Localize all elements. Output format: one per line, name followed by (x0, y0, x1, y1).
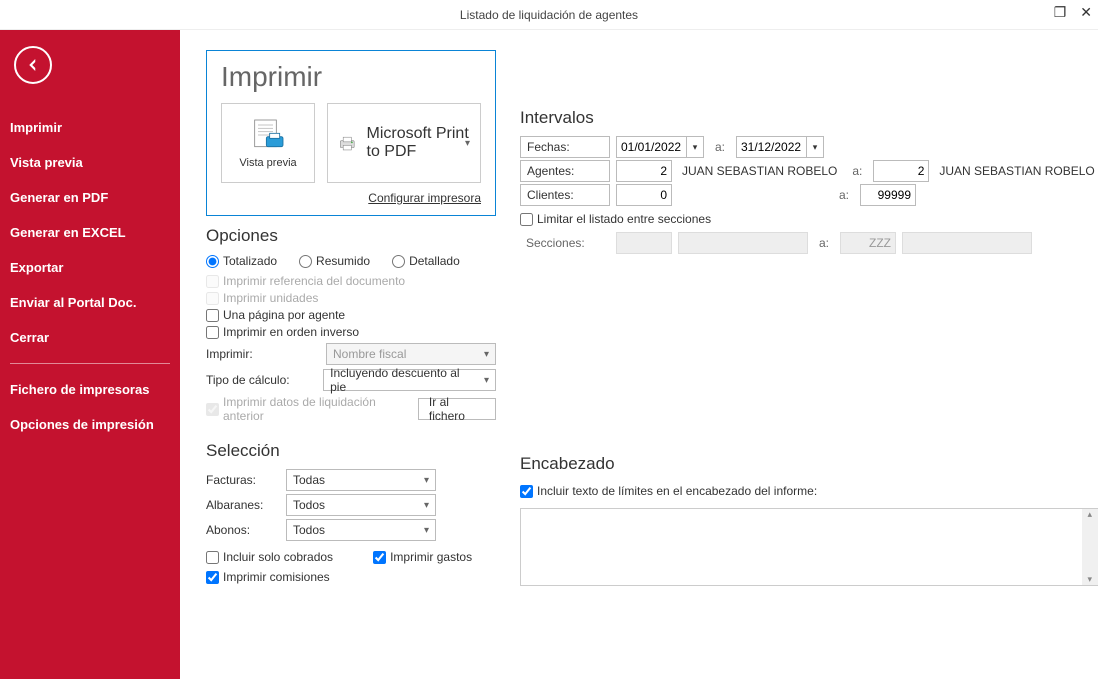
agente-from-name: JUAN SEBASTIAN ROBELO (678, 160, 841, 182)
sidebar-divider (10, 363, 170, 364)
fecha-from-input[interactable] (616, 136, 686, 158)
sidebar-item-enviar-portal[interactable]: Enviar al Portal Doc. (0, 285, 180, 320)
cliente-from-input[interactable] (616, 184, 672, 206)
tipo-calc-label: Tipo de cálculo: (206, 373, 313, 387)
configurar-impresora-link[interactable]: Configurar impresora (368, 191, 481, 205)
scrollbar[interactable]: ▴▾ (1082, 509, 1098, 585)
seccion-from-num (616, 232, 672, 254)
facturas-select[interactable]: Todas (286, 469, 436, 491)
fecha-to-drop[interactable]: ▾ (806, 136, 824, 158)
chk-liq-anterior: Imprimir datos de liquidación anterior (206, 395, 408, 423)
intervalos-heading: Intervalos (520, 108, 1098, 128)
chk-imprimir-comisiones[interactable]: Imprimir comisiones (206, 570, 496, 584)
seccion-to-name (902, 232, 1032, 254)
vista-previa-button[interactable]: Vista previa (221, 103, 315, 183)
agente-to-num[interactable] (873, 160, 929, 182)
opciones-heading: Opciones (206, 226, 496, 246)
agente-from-num[interactable] (616, 160, 672, 182)
print-heading: Imprimir (221, 61, 481, 93)
chk-una-pagina[interactable]: Una página por agente (206, 308, 496, 322)
imprimir-select: Nombre fiscal (326, 343, 496, 365)
encabezado-heading: Encabezado (520, 454, 1098, 474)
fechas-label: Fechas: (520, 136, 610, 158)
sidebar-item-exportar[interactable]: Exportar (0, 250, 180, 285)
window-restore-icon[interactable]: ❐ (1054, 4, 1067, 21)
albaranes-select[interactable]: Todos (286, 494, 436, 516)
chk-incluir-texto-limites[interactable]: Incluir texto de límites en el encabezad… (520, 484, 1098, 498)
encabezado-textarea[interactable]: ▴▾ (520, 508, 1098, 586)
cliente-to-input[interactable] (860, 184, 916, 206)
agentes-label: Agentes: (520, 160, 610, 182)
radio-totalizado[interactable]: Totalizado (206, 254, 277, 268)
chk-solo-cobrados[interactable]: Incluir solo cobrados (206, 550, 333, 564)
sidebar-item-generar-pdf[interactable]: Generar en PDF (0, 180, 180, 215)
chk-ref-doc: Imprimir referencia del documento (206, 274, 496, 288)
sidebar-item-fichero-impresoras[interactable]: Fichero de impresoras (0, 372, 180, 407)
sidebar-item-generar-excel[interactable]: Generar en EXCEL (0, 215, 180, 250)
fecha-to-input[interactable] (736, 136, 806, 158)
clientes-label: Clientes: (520, 184, 610, 206)
chk-orden-inverso[interactable]: Imprimir en orden inverso (206, 325, 496, 339)
sidebar-item-imprimir[interactable]: Imprimir (0, 110, 180, 145)
sidebar-item-vista-previa[interactable]: Vista previa (0, 145, 180, 180)
seleccion-heading: Selección (206, 441, 496, 461)
secciones-label: Secciones: (520, 232, 610, 254)
imprimir-label: Imprimir: (206, 347, 316, 361)
chk-limitar-secciones[interactable]: Limitar el listado entre secciones (520, 212, 1098, 226)
agente-to-name: JUAN SEBASTIAN ROBELO (935, 160, 1098, 182)
seccion-from-name (678, 232, 808, 254)
chk-unidades: Imprimir unidades (206, 291, 496, 305)
radio-detallado[interactable]: Detallado (392, 254, 460, 268)
ir-al-fichero-button[interactable]: Ir al fichero (418, 398, 496, 420)
window-title: Listado de liquidación de agentes (460, 8, 638, 22)
radio-resumido[interactable]: Resumido (299, 254, 370, 268)
document-preview-icon (248, 117, 288, 153)
back-button[interactable] (14, 46, 52, 84)
fecha-from-drop[interactable]: ▾ (686, 136, 704, 158)
window-close-icon[interactable]: ✕ (1080, 4, 1092, 21)
printer-icon (338, 129, 357, 157)
chevron-down-icon: ▾ (465, 138, 470, 149)
chk-imprimir-gastos[interactable]: Imprimir gastos (373, 550, 472, 564)
sidebar-item-opciones-impresion[interactable]: Opciones de impresión (0, 407, 180, 442)
printer-name: Microsoft Print to PDF (367, 125, 470, 161)
seccion-to-num (840, 232, 896, 254)
tipo-calc-select[interactable]: Incluyendo descuento al pie (323, 369, 496, 391)
printer-select[interactable]: Microsoft Print to PDF ▾ (327, 103, 481, 183)
print-panel: Imprimir Vista previa (206, 50, 496, 216)
sidebar: Imprimir Vista previa Generar en PDF Gen… (0, 30, 180, 679)
arrow-left-icon (24, 56, 42, 74)
abonos-select[interactable]: Todos (286, 519, 436, 541)
sidebar-item-cerrar[interactable]: Cerrar (0, 320, 180, 355)
